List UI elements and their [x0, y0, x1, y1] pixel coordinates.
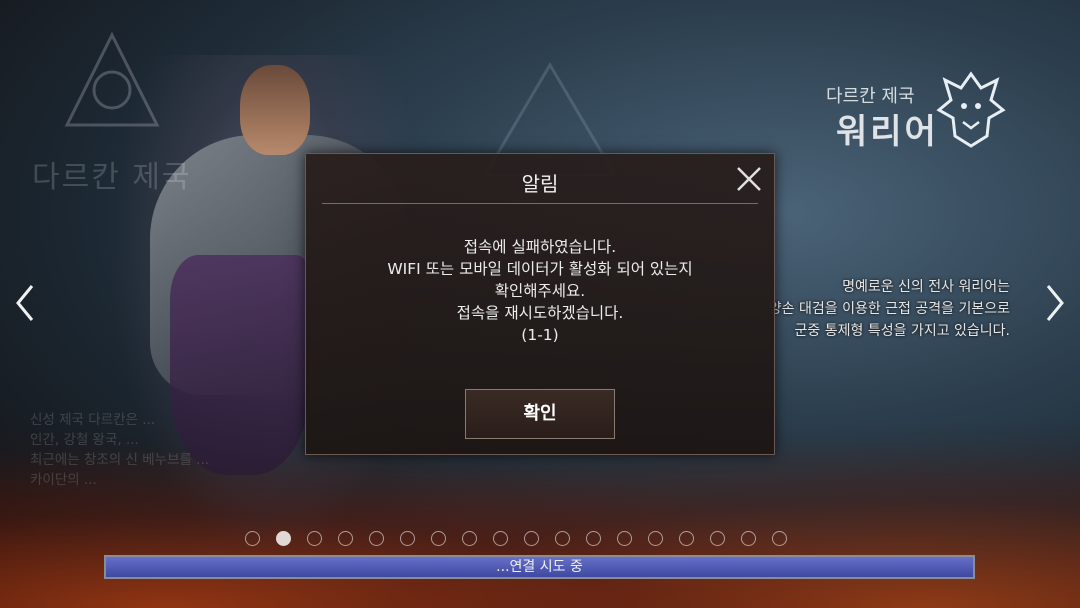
- dialog-title: 알림: [521, 172, 559, 196]
- connection-progress-bar: ...연결 시도 중: [104, 555, 975, 579]
- pagination-dot[interactable]: [524, 531, 539, 546]
- dialog-message-line: 접속을 재시도하겠습니다.: [456, 304, 624, 322]
- pagination-dot[interactable]: [555, 531, 570, 546]
- pagination-dot[interactable]: [493, 531, 508, 546]
- dialog-message-line: 접속에 실패하였습니다.: [463, 238, 617, 256]
- pagination-dots: [245, 531, 787, 549]
- pagination-dot[interactable]: [307, 531, 322, 546]
- confirm-button[interactable]: 확인: [465, 389, 615, 439]
- dialog-message: 접속에 실패하였습니다. WIFI 또는 모바일 데이터가 활성화 되어 있는지…: [306, 236, 774, 346]
- warrior-head: [240, 65, 310, 155]
- dialog-message-line: 확인해주세요.: [494, 282, 586, 300]
- chevron-right-icon[interactable]: [1040, 280, 1070, 326]
- pagination-dot[interactable]: [369, 531, 384, 546]
- pagination-dot[interactable]: [679, 531, 694, 546]
- class-name-label: 워리어: [836, 112, 939, 152]
- pagination-dot[interactable]: [710, 531, 725, 546]
- ghost-desc-line: 카이단의 ...: [30, 472, 97, 488]
- pagination-dot[interactable]: [741, 531, 756, 546]
- pagination-dot[interactable]: [400, 531, 415, 546]
- ghost-class-title: 다르칸 제국: [32, 160, 192, 195]
- dialog-divider: [322, 203, 758, 204]
- dialog-message-line: WIFI 또는 모바일 데이터가 활성화 되어 있는지: [387, 260, 693, 278]
- pagination-dot[interactable]: [276, 531, 291, 546]
- dragon-emblem-icon: [936, 71, 1006, 148]
- chevron-left-icon[interactable]: [10, 280, 40, 326]
- pagination-dot[interactable]: [617, 531, 632, 546]
- pagination-dot[interactable]: [586, 531, 601, 546]
- progress-label: ...연결 시도 중: [496, 559, 583, 575]
- pagination-dot[interactable]: [431, 531, 446, 546]
- pagination-dot[interactable]: [245, 531, 260, 546]
- notice-dialog: 알림 접속에 실패하였습니다. WIFI 또는 모바일 데이터가 활성화 되어 …: [305, 153, 775, 455]
- pagination-dot[interactable]: [338, 531, 353, 546]
- pagination-dot[interactable]: [462, 531, 477, 546]
- dialog-message-line: (1-1): [521, 326, 559, 344]
- pagination-dot[interactable]: [772, 531, 787, 546]
- close-icon[interactable]: [734, 164, 764, 194]
- pagination-dot[interactable]: [648, 531, 663, 546]
- faction-emblem-icon: [64, 31, 160, 127]
